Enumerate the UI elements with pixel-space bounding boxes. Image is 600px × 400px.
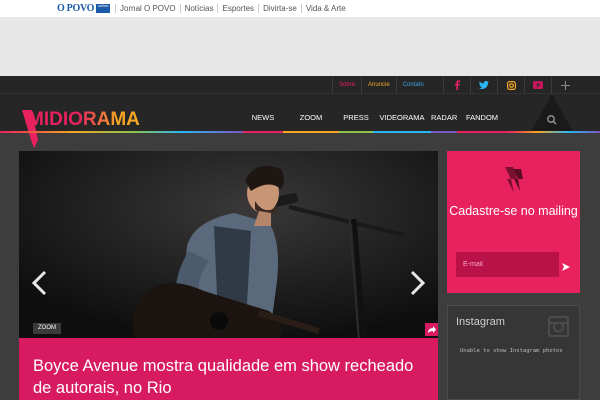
nav-item-news[interactable]: NEWS (243, 111, 283, 131)
category-tag[interactable]: ZOOM (33, 323, 61, 334)
opovo-logo-text: O POVO (57, 3, 95, 14)
opovo-logo[interactable]: O POVO online (57, 3, 111, 14)
nav-bar-press (339, 131, 373, 133)
nav-color-bars (0, 131, 600, 133)
portal-link-noticias[interactable]: Notícias (179, 4, 218, 13)
nav-bar-fandom (457, 131, 507, 133)
plus-icon[interactable] (551, 76, 578, 94)
mailing-submit-button[interactable] (561, 259, 571, 277)
ad-banner-area (0, 17, 600, 76)
site-header: Sobre Anuncie Contato MIDIORAMA NEWS ZOO… (0, 76, 600, 148)
facebook-icon[interactable] (443, 76, 470, 94)
nav-item-press[interactable]: PRESS (339, 111, 373, 131)
portal-bar: O POVO online Jornal O POVO Notícias Esp… (0, 0, 600, 17)
nav-item-fandom[interactable]: FANDOM (457, 111, 507, 131)
anuncie-link[interactable]: Anuncie (361, 76, 396, 94)
slider-prev-arrow[interactable] (29, 270, 49, 296)
portal-link-esportes[interactable]: Esportes (217, 4, 258, 13)
portal-link-jornal[interactable]: Jornal O POVO (115, 4, 180, 13)
nav-bar-zoom (283, 131, 339, 133)
nav-item-videorama[interactable]: VIDEORAMA (373, 111, 431, 131)
nav-item-radar-label: RADAR (431, 113, 458, 122)
main-nav: NEWS ZOOM PRESS VIDEORAMA RADAR FANDOM (243, 111, 507, 131)
instagram-widget: Instagram Unable to show Instagram photo… (447, 305, 580, 400)
utility-links: Sobre Anuncie Contato (332, 76, 430, 94)
logo-text: MIDIORAMA (28, 109, 140, 130)
nav-item-press-label: PRESS (343, 113, 369, 122)
mailing-title: Cadastre-se no mailing (449, 204, 578, 218)
instagram-error-message: Unable to show Instagram photos (460, 348, 563, 354)
portal-nav: Jornal O POVO Notícias Esportes Divirta-… (115, 0, 350, 17)
nav-item-zoom-label: ZOOM (299, 113, 323, 122)
twitter-icon[interactable] (470, 76, 497, 94)
hero-title[interactable]: Boyce Avenue mostra qualidade em show re… (33, 355, 433, 399)
nav-item-radar[interactable]: RADAR (431, 111, 457, 131)
chevron-right-icon (410, 270, 426, 296)
nav-item-fandom-label: FANDOM (465, 113, 499, 122)
youtube-icon[interactable] (524, 76, 551, 94)
nav-item-videorama-label: VIDEORAMA (379, 113, 425, 122)
share-icon (428, 326, 436, 333)
search-button[interactable] (530, 94, 574, 133)
share-button[interactable] (425, 323, 438, 336)
portal-link-vida-arte[interactable]: Vida & Arte (300, 4, 350, 13)
nav-item-zoom[interactable]: ZOOM (283, 111, 339, 131)
nav-bar-radar (431, 131, 457, 133)
opovo-online-badge: online (96, 3, 111, 13)
sobre-link[interactable]: Sobre (332, 76, 361, 94)
mailing-widget: Cadastre-se no mailing (447, 151, 580, 293)
nav-bar-videorama (373, 131, 431, 133)
chevron-left-icon (31, 270, 47, 296)
send-arrow-icon (562, 263, 570, 271)
email-field[interactable] (456, 252, 559, 277)
instagram-social-icon[interactable] (497, 76, 524, 94)
hero-photo (19, 151, 438, 341)
slider-next-arrow[interactable] (408, 270, 428, 296)
hero-slider[interactable]: ZOOM Boyce Avenue mostra qualidade em sh… (19, 151, 438, 400)
contato-link[interactable]: Contato (395, 76, 430, 94)
instagram-title: Instagram (456, 316, 505, 328)
nav-bar-news (243, 131, 283, 133)
instagram-icon (548, 316, 569, 337)
lightning-logo-icon (505, 167, 523, 193)
portal-link-divirta-se[interactable]: Divirta-se (258, 4, 301, 13)
utility-bar: Sobre Anuncie Contato (0, 76, 600, 94)
nav-item-news-label: NEWS (251, 113, 275, 122)
